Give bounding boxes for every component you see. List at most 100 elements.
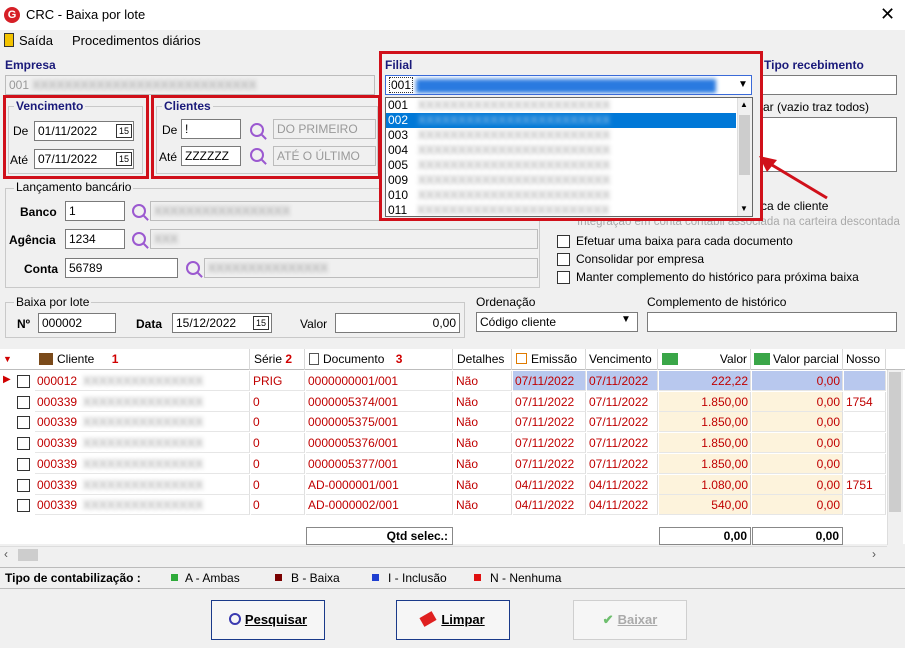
cell-text: 0,00 — [816, 436, 840, 451]
complemento-input[interactable] — [647, 312, 897, 332]
row-checkbox[interactable] — [17, 395, 30, 409]
legend-i: I - Inclusão — [388, 571, 447, 585]
legend-a: A - Ambas — [185, 571, 240, 585]
option-3-checkbox[interactable] — [557, 235, 570, 248]
col-valor[interactable]: Valor — [659, 349, 751, 370]
search-icon[interactable] — [250, 148, 264, 162]
cell-text: Não — [456, 415, 479, 430]
col-vencimento[interactable]: Vencimento — [587, 349, 658, 370]
conta-label: Conta — [24, 262, 58, 276]
chevron-up-icon[interactable]: ▲ — [740, 100, 748, 109]
filial-option[interactable]: 011 XXXXXXXXXXXXXXXXXXXXXXXX — [386, 203, 736, 218]
row-checkbox[interactable] — [17, 478, 30, 492]
col-valor-parcial[interactable]: Valor parcial — [752, 349, 843, 370]
cell-emissao: 07/11/2022 — [513, 412, 586, 433]
row-checkbox[interactable] — [17, 457, 30, 471]
filter-arrow-icon[interactable]: ▼ — [3, 354, 12, 364]
filial-option[interactable]: 002 XXXXXXXXXXXXXXXXXXXXXXXX — [386, 113, 736, 128]
col-serie[interactable]: Série 2 — [251, 349, 305, 370]
limpar-button[interactable]: Limpar — [396, 600, 510, 640]
legend-swatch-i — [372, 574, 379, 581]
filial-option[interactable]: 009 XXXXXXXXXXXXXXXXXXXXXXXX — [386, 173, 736, 188]
row-checkbox[interactable] — [17, 499, 30, 513]
redacted-text: XXXXXXXXXXXXXXX — [83, 374, 204, 388]
menu-exit[interactable]: Saída — [19, 33, 53, 48]
empresa-select[interactable]: 001 XXXXXXXXXXXXXXXXXXXXXXXXXXXX — [5, 75, 375, 95]
cell-vencimento: 04/11/2022 — [587, 474, 658, 495]
col-documento[interactable]: Documento 3 — [306, 349, 453, 370]
cell-text: 0 — [253, 477, 260, 492]
vencimento-de-label: De — [13, 124, 29, 138]
legend-n: N - Nenhuma — [490, 571, 562, 585]
legend-swatch-a — [171, 574, 178, 581]
cell-text: 07/11/2022 — [589, 456, 649, 471]
clientes-ate-input[interactable]: ZZZZZZ — [181, 146, 241, 166]
filial-option-code: 003 — [388, 128, 409, 142]
cell-nosso: 1751 — [844, 474, 886, 495]
search-icon[interactable] — [250, 123, 264, 137]
chevron-right-icon[interactable]: › — [872, 547, 876, 561]
filial-option[interactable]: 003 XXXXXXXXXXXXXXXXXXXXXXXX — [386, 128, 736, 143]
calendar-icon[interactable]: 15 — [253, 316, 269, 330]
grid-hscrollbar[interactable] — [0, 546, 887, 563]
lote-n-input[interactable]: 000002 — [38, 313, 116, 333]
cell-text: 1754 — [846, 394, 873, 409]
tipo-recebimento-field[interactable] — [762, 75, 897, 95]
row-checkbox[interactable] — [17, 416, 30, 430]
filial-option[interactable]: 004 XXXXXXXXXXXXXXXXXXXXXXXX — [386, 143, 736, 158]
filial-option[interactable]: 001 XXXXXXXXXXXXXXXXXXXXXXXX — [386, 98, 736, 113]
conta-input[interactable]: 56789 — [65, 258, 178, 278]
cell-valor: 222,22 — [659, 371, 751, 391]
calendar-icon[interactable]: 15 — [116, 124, 132, 138]
search-icon[interactable] — [186, 261, 200, 275]
filial-option[interactable]: 005 XXXXXXXXXXXXXXXXXXXXXXXX — [386, 158, 736, 173]
row-indicator-icon: ▶ — [3, 374, 11, 385]
clientes-de-input[interactable]: ! — [181, 119, 241, 139]
cell-vencimento: 07/11/2022 — [587, 371, 658, 391]
chevron-down-icon[interactable]: ▼ — [740, 204, 748, 213]
row-checkbox[interactable] — [17, 375, 30, 388]
grid-hscroll-thumb[interactable] — [18, 549, 38, 561]
agencia-desc: XXX — [150, 229, 538, 249]
agencia-input[interactable]: 1234 — [65, 229, 125, 249]
chevron-down-icon[interactable]: ▼ — [738, 79, 748, 90]
cell-text: 04/11/2022 — [589, 498, 649, 513]
search-icon[interactable] — [132, 232, 146, 246]
col-detalhes[interactable]: Detalhes — [454, 349, 512, 370]
search-icon[interactable] — [132, 204, 146, 218]
filial-option-code: 011 — [388, 203, 408, 217]
row-checkbox[interactable] — [17, 437, 30, 451]
cell-valor-parcial: 0,00 — [752, 433, 843, 454]
lote-n-label: Nº — [17, 317, 31, 331]
filial-scroll-thumb[interactable] — [739, 115, 750, 175]
option-5-checkbox[interactable] — [557, 271, 570, 284]
col-nosso[interactable]: Nosso — [844, 349, 886, 370]
chevron-left-icon[interactable]: ‹ — [4, 547, 8, 561]
vencimento-ate-label: Até — [10, 153, 29, 167]
option-4-checkbox[interactable] — [557, 253, 570, 266]
pesquisar-button[interactable]: Pesquisar — [211, 600, 325, 640]
empresa-label: Empresa — [5, 58, 56, 72]
cell-nosso — [844, 495, 886, 516]
baixar-button[interactable]: ✔ Baixar — [573, 600, 687, 640]
cell-detalhes: Não — [454, 391, 512, 412]
cell-detalhes: Não — [454, 495, 512, 516]
chevron-down-icon[interactable]: ▼ — [621, 314, 631, 325]
cell-nosso — [844, 371, 886, 391]
cell-emissao: 04/11/2022 — [513, 495, 586, 516]
cell-vencimento: 07/11/2022 — [587, 391, 658, 412]
close-icon[interactable]: ✕ — [880, 4, 895, 24]
lote-valor-input[interactable]: 0,00 — [335, 313, 460, 333]
cell-detalhes: Não — [454, 412, 512, 433]
calendar-icon[interactable]: 15 — [116, 152, 132, 166]
ordenacao-select[interactable]: Código cliente — [476, 312, 638, 332]
col-emissao[interactable]: Emissão — [513, 349, 586, 370]
cell-valor: 1.080,00 — [659, 474, 751, 495]
banco-input[interactable]: 1 — [65, 201, 125, 221]
grid-vscroll-thumb[interactable] — [889, 372, 901, 512]
menu-daily-procedures[interactable]: Procedimentos diários — [72, 33, 201, 48]
cell-text: 07/11/2022 — [589, 394, 649, 409]
col-cliente[interactable]: Cliente 1 — [35, 349, 250, 370]
filial-select[interactable]: 001 — [385, 75, 752, 95]
filial-option[interactable]: 010 XXXXXXXXXXXXXXXXXXXXXXXX — [386, 188, 736, 203]
